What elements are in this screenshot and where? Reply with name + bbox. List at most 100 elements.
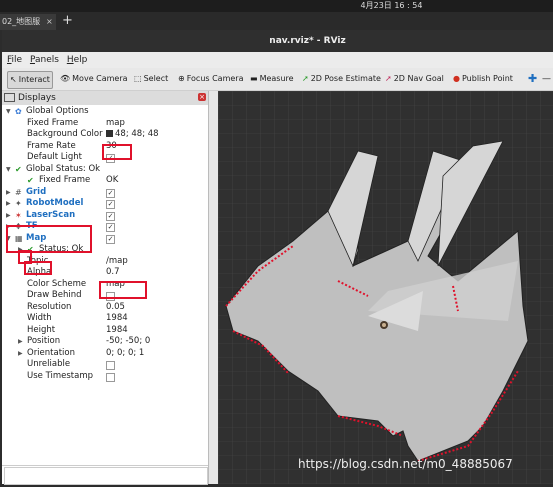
remove-tool-icon[interactable]: —	[542, 71, 551, 87]
add-tool-icon[interactable]: ✚	[528, 71, 537, 87]
laser-icon: ✶	[15, 210, 22, 220]
grid-row[interactable]: ▶ # Grid ✓	[2, 187, 208, 199]
height-row[interactable]: Height 1984	[2, 325, 208, 337]
map-render	[218, 91, 553, 484]
fixed-frame-row[interactable]: Fixed Frame map	[2, 118, 208, 130]
use-timestamp-checkbox[interactable]	[106, 372, 115, 382]
displays-header: Displays ×	[2, 91, 208, 105]
terminal-tab[interactable]: 02_地图服 ×	[0, 14, 56, 30]
close-icon[interactable]: ×	[46, 14, 53, 30]
move-camera-button[interactable]: 👁 Move Camera	[60, 71, 128, 87]
fixed-frame-status-row[interactable]: ✔ Fixed Frame OK	[2, 175, 208, 187]
use-timestamp-label: Use Timestamp	[27, 370, 94, 381]
measure-label: Measure	[259, 74, 294, 83]
focus-icon: ⊕	[178, 74, 185, 83]
window-title: nav.rviz* - RViz	[269, 36, 346, 46]
map-checkbox[interactable]: ✓	[106, 234, 115, 244]
toolbar: ↖ Interact 👁 Move Camera ⬚ Select ⊕ Focus Ca…	[2, 68, 553, 91]
grid-label: Grid	[26, 186, 47, 197]
fixed-frame-status-label: Fixed Frame	[39, 175, 91, 185]
draw-behind-label: Draw Behind	[27, 290, 82, 300]
grid-icon: #	[15, 187, 22, 197]
frame-rate-label: Frame Rate	[27, 140, 76, 151]
displays-panel: Displays × ▼ ✿ Global Options Fixed Fram…	[2, 91, 209, 485]
focus-camera-button[interactable]: ⊕ Focus Camera	[178, 71, 244, 87]
collapse-arrow-icon[interactable]: ▶	[6, 187, 11, 199]
robot-model-checkbox[interactable]: ✓	[106, 200, 115, 209]
laser-scan-label: LaserScan	[26, 209, 76, 220]
global-options-label: Global Options	[26, 106, 89, 116]
unreliable-checkbox[interactable]	[106, 361, 115, 370]
panel-divider	[2, 465, 208, 466]
background-color-text: 48; 48; 48	[115, 129, 159, 139]
default-light-label: Default Light	[27, 152, 82, 162]
color-swatch	[106, 130, 113, 137]
grid-checkbox[interactable]: ✓	[106, 188, 115, 198]
topic-value[interactable]: /map	[106, 256, 128, 268]
select-button[interactable]: ⬚ Select	[134, 71, 168, 87]
background-color-value[interactable]: 48; 48; 48	[106, 129, 159, 141]
collapse-arrow-icon[interactable]: ▶	[6, 198, 11, 210]
collapse-arrow-icon[interactable]: ▶	[6, 210, 11, 222]
monitor-icon	[4, 93, 15, 102]
fixed-frame-status-value: OK	[106, 175, 119, 185]
orientation-value: 0; 0; 0; 1	[106, 347, 145, 358]
background-color-label: Background Color	[27, 129, 103, 139]
render-viewport[interactable]	[218, 91, 553, 484]
window-titlebar: nav.rviz* - RViz	[2, 30, 553, 52]
background-color-row[interactable]: Background Color 48; 48; 48	[2, 129, 208, 141]
nav-goal-button[interactable]: ➚ 2D Nav Goal	[385, 71, 444, 87]
global-options-row[interactable]: ▼ ✿ Global Options	[2, 106, 208, 118]
select-icon: ⬚	[134, 74, 142, 83]
menu-help[interactable]: Help	[67, 52, 88, 68]
focus-camera-label: Focus Camera	[186, 74, 244, 83]
description-box	[4, 467, 208, 485]
width-row[interactable]: Width 1984	[2, 313, 208, 325]
watermark-text: https://blog.csdn.net/m0_48885067	[298, 457, 513, 471]
goal-arrow-icon: ➚	[385, 74, 392, 83]
expand-arrow-icon[interactable]: ▼	[6, 164, 11, 176]
panel-splitter[interactable]	[209, 91, 218, 484]
resolution-label: Resolution	[27, 301, 72, 312]
check-icon: ✔	[27, 176, 34, 185]
measure-button[interactable]: ▬ Measure	[250, 71, 294, 87]
close-icon[interactable]: ×	[198, 93, 206, 101]
unreliable-label: Unreliable	[27, 359, 71, 369]
global-status-row[interactable]: ▼ ✔ Global Status: Ok	[2, 164, 208, 176]
unreliable-row[interactable]: Unreliable	[2, 359, 208, 371]
add-tab-icon[interactable]: +	[62, 14, 73, 28]
height-label: Height	[27, 324, 56, 335]
global-status-label: Global Status: Ok	[26, 163, 101, 174]
use-timestamp-row[interactable]: Use Timestamp	[2, 371, 208, 383]
cursor-icon: ↖	[10, 75, 17, 84]
fixed-frame-value[interactable]: map	[106, 118, 125, 130]
laser-scan-row[interactable]: ▶ ✶ LaserScan ✓	[2, 210, 208, 222]
robot-model-row[interactable]: ▶ ✦ RobotModel ✓	[2, 198, 208, 210]
expand-arrow-icon[interactable]: ▼	[6, 106, 11, 118]
collapse-arrow-icon[interactable]: ▶	[18, 348, 23, 360]
orientation-row[interactable]: ▶ Orientation 0; 0; 0; 1	[2, 348, 208, 360]
select-label: Select	[143, 74, 169, 83]
width-label: Width	[27, 313, 52, 323]
resolution-row[interactable]: Resolution 0.05	[2, 302, 208, 314]
clock[interactable]: 4月23日 16 : 54	[0, 0, 553, 12]
annotation-map	[24, 261, 52, 275]
menu-bar: File Panels Help	[2, 52, 553, 68]
move-camera-label: Move Camera	[72, 74, 128, 83]
interact-tool-button[interactable]: ↖ Interact	[7, 71, 53, 89]
position-row[interactable]: ▶ Position -50; -50; 0	[2, 336, 208, 348]
eye-icon: 👁	[60, 74, 71, 83]
orientation-label: Orientation	[27, 347, 75, 358]
collapse-arrow-icon[interactable]: ▶	[18, 336, 23, 348]
laser-scan-checkbox[interactable]: ✓	[106, 211, 115, 221]
pose-estimate-button[interactable]: ➚ 2D Pose Estimate	[302, 71, 381, 87]
height-value: 1984	[106, 324, 128, 335]
publish-point-button[interactable]: ● Publish Point	[453, 71, 513, 87]
menu-panels[interactable]: Panels	[30, 52, 59, 68]
alpha-value[interactable]: 0.7	[106, 267, 120, 279]
color-scheme-label: Color Scheme	[27, 278, 87, 289]
publish-point-label: Publish Point	[461, 74, 513, 83]
menu-file[interactable]: File	[7, 52, 22, 68]
tf-checkbox[interactable]: ✓	[106, 223, 115, 232]
position-value: -50; -50; 0	[106, 336, 151, 346]
